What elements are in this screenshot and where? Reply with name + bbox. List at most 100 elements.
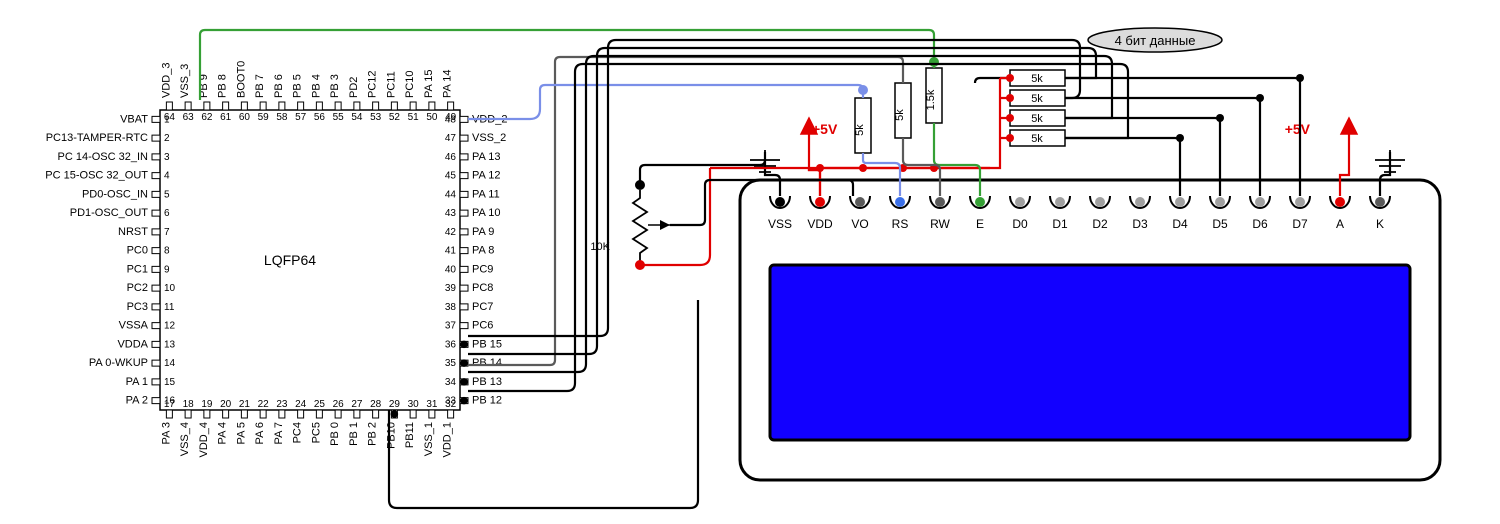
svg-text:29: 29: [389, 399, 401, 410]
svg-text:14: 14: [164, 358, 176, 369]
pin-35: PB 14: [472, 357, 502, 369]
lcd-pin-E: E: [976, 217, 984, 231]
pin-64: VDD_3: [160, 63, 172, 98]
pin-61: PB 8: [217, 74, 229, 98]
svg-text:5k: 5k: [894, 109, 906, 121]
res-e: 1.5k: [925, 68, 942, 123]
pin-17: PA 3: [160, 422, 172, 444]
lcd-screen: [770, 265, 1410, 440]
svg-text:5k: 5k: [1031, 73, 1043, 85]
lcd-pin-RS: RS: [892, 217, 909, 231]
pin-27: PB 1: [348, 422, 360, 446]
svg-text:52: 52: [389, 112, 401, 123]
svg-text:11: 11: [164, 302, 175, 313]
svg-text:40: 40: [445, 264, 457, 275]
svg-text:30: 30: [408, 399, 420, 410]
pin-23: PA 7: [273, 422, 285, 444]
svg-text:57: 57: [295, 112, 307, 123]
svg-text:32: 32: [445, 399, 457, 410]
svg-text:41: 41: [445, 246, 457, 257]
pin-58: PB 6: [273, 74, 285, 98]
svg-text:13: 13: [164, 339, 176, 350]
plus5v-vdd: +5V: [801, 118, 838, 168]
pin-10: PC2: [127, 282, 148, 294]
svg-text:4: 4: [164, 171, 170, 182]
pin-56: PB 4: [310, 74, 322, 98]
lcd-pin-D5: D5: [1212, 217, 1228, 231]
pin-34: PB 13: [472, 376, 502, 388]
svg-text:10: 10: [164, 283, 176, 294]
svg-text:56: 56: [314, 112, 326, 123]
pin-33: PB 12: [472, 395, 502, 407]
wiring-diagram: LQFP64 1VBAT2PC13-TAMPER-RTC3PC 14-OSC 3…: [0, 0, 1500, 524]
pin-15: PA 1: [126, 376, 148, 388]
svg-text:38: 38: [445, 302, 457, 313]
svg-text:23: 23: [276, 399, 288, 410]
vdd-label: +5V: [812, 121, 838, 137]
svg-text:5k: 5k: [1031, 93, 1043, 105]
pin-36: PB 15: [472, 338, 502, 350]
svg-text:44: 44: [445, 189, 457, 200]
pin-11: PC3: [127, 301, 148, 313]
svg-text:45: 45: [445, 171, 457, 182]
svg-text:19: 19: [201, 399, 213, 410]
pin-16: PA 2: [126, 395, 148, 407]
pin-8: PC0: [127, 245, 148, 257]
res-rw: 5k: [894, 83, 911, 138]
pin-14: PA 0-WKUP: [89, 357, 148, 369]
pin-51: PC10: [404, 70, 416, 98]
svg-text:17: 17: [164, 399, 176, 410]
pin-30: PB11: [404, 422, 416, 448]
pin-18: VSS_4: [179, 422, 191, 456]
potentiometer-10k: 10K: [590, 180, 670, 270]
lcd-pin-D0: D0: [1012, 217, 1028, 231]
svg-text:5k: 5k: [1031, 133, 1043, 145]
svg-text:26: 26: [333, 399, 345, 410]
svg-text:28: 28: [370, 399, 382, 410]
svg-text:22: 22: [258, 399, 270, 410]
svg-text:59: 59: [258, 112, 270, 123]
pin-24: PC4: [292, 422, 304, 443]
pin-47: VSS_2: [472, 132, 506, 144]
svg-text:35: 35: [445, 358, 457, 369]
svg-text:58: 58: [276, 112, 288, 123]
lcd-pin-D1: D1: [1052, 217, 1068, 231]
banner-4bit: 4 бит данные: [1088, 28, 1222, 52]
pin-42: PA 9: [472, 226, 494, 238]
svg-text:63: 63: [183, 112, 195, 123]
pin-55: PB 3: [329, 74, 341, 98]
pin-44: PA 11: [472, 188, 500, 200]
svg-text:21: 21: [239, 399, 251, 410]
pin-12: VSSA: [119, 320, 149, 332]
svg-text:62: 62: [201, 112, 213, 123]
svg-text:37: 37: [445, 321, 457, 332]
pin-53: PC12: [367, 70, 379, 98]
res-rs: 5k: [854, 98, 871, 153]
svg-text:5k: 5k: [1031, 113, 1043, 125]
lcd-pin-VSS: VSS: [768, 217, 792, 231]
pin-19: VDD_4: [198, 422, 210, 457]
svg-text:9: 9: [164, 264, 170, 275]
chip-name: LQFP64: [264, 252, 316, 268]
pin-38: PC7: [472, 301, 493, 313]
svg-text:2: 2: [164, 133, 170, 144]
pin-46: PA 13: [472, 151, 501, 163]
svg-text:49: 49: [445, 112, 457, 123]
svg-text:55: 55: [333, 112, 345, 123]
pin-3: PC 14-OSC 32_IN: [58, 151, 149, 163]
pin-63: VSS_3: [179, 64, 191, 98]
pin-39: PC8: [472, 282, 493, 294]
svg-text:15: 15: [164, 377, 176, 388]
pin-37: PC6: [472, 320, 493, 332]
svg-text:60: 60: [239, 112, 251, 123]
plus5v-a: +5V: [1285, 118, 1357, 168]
lcd-pin-D6: D6: [1252, 217, 1268, 231]
svg-text:27: 27: [351, 399, 363, 410]
pin-29: PB10: [385, 422, 397, 449]
svg-text:6: 6: [164, 208, 170, 219]
pin-43: PA 10: [472, 207, 501, 219]
lcd-pin-D2: D2: [1092, 217, 1108, 231]
svg-text:25: 25: [314, 399, 326, 410]
svg-text:5: 5: [164, 189, 170, 200]
pin-57: PB 5: [292, 74, 304, 98]
